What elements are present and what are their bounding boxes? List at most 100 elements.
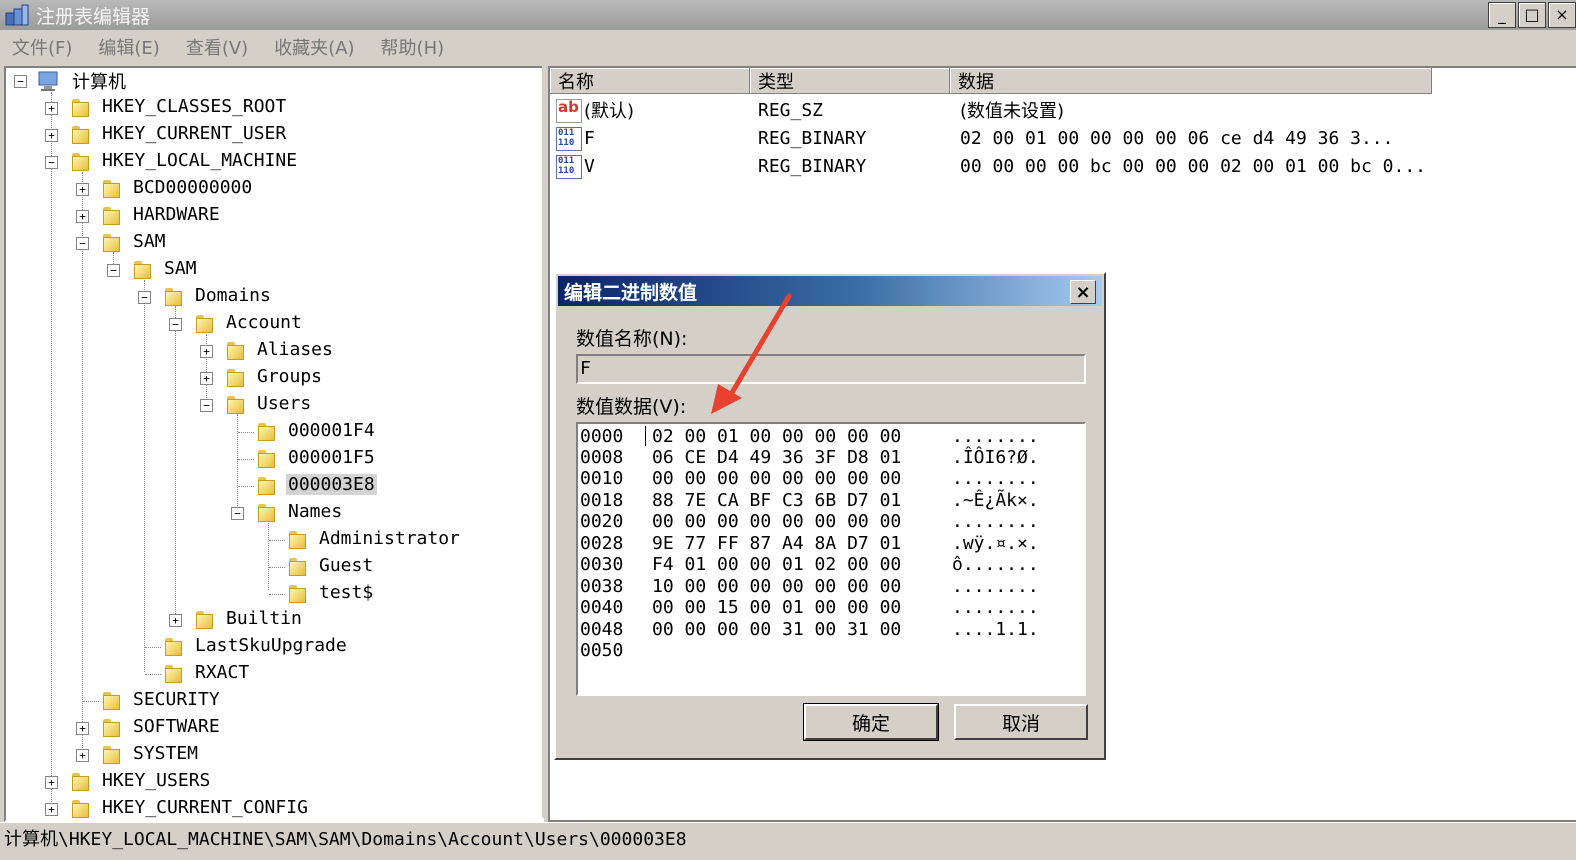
tree-item-hkey-current-user[interactable]: HKEY_CURRENT_USER <box>102 123 286 144</box>
tree-item-rxact[interactable]: RXACT <box>195 662 249 683</box>
tree-item-user-1f5[interactable]: 000001F5 <box>288 447 375 468</box>
tree-item-hkey-classes-root[interactable]: HKEY_CLASSES_ROOT <box>102 96 286 117</box>
cancel-button[interactable]: 取消 <box>954 704 1088 740</box>
folder-icon <box>256 474 276 495</box>
list-item[interactable]: 011 110 F REG_BINARY 02 00 01 00 00 00 0… <box>550 124 1550 152</box>
dialog-title-bar[interactable]: 编辑二进制数值 × <box>558 276 1102 306</box>
collapse-icon[interactable]: − <box>107 264 120 277</box>
tree-item-user-1f4[interactable]: 000001F4 <box>288 420 375 441</box>
collapse-icon[interactable]: − <box>76 237 89 250</box>
menu-favorites[interactable]: 收藏夹(A) <box>274 34 354 60</box>
list-item[interactable]: ab (默认) REG_SZ (数值未设置) <box>550 96 1550 124</box>
minimize-button[interactable]: _ <box>1488 2 1516 28</box>
folder-icon <box>225 393 245 414</box>
registry-editor-icon <box>4 3 30 27</box>
expand-icon[interactable]: + <box>76 722 89 735</box>
text-caret <box>645 426 646 446</box>
folder-icon <box>163 285 183 306</box>
value-data: 02 00 01 00 00 00 00 06 ce d4 49 36 3... <box>960 127 1394 149</box>
tree-item-builtin[interactable]: Builtin <box>226 608 302 629</box>
tree-item-user-3e8[interactable]: 000003E8 <box>286 474 377 495</box>
tree-item-users[interactable]: Users <box>257 393 311 414</box>
tree-item-sam-inner[interactable]: SAM <box>164 258 197 279</box>
folder-icon <box>163 662 183 683</box>
expand-icon[interactable]: + <box>76 183 89 196</box>
folder-icon <box>101 689 121 710</box>
menu-file[interactable]: 文件(F) <box>12 34 72 60</box>
expand-icon[interactable]: + <box>76 749 89 762</box>
folder-icon <box>194 608 214 629</box>
folder-icon <box>101 204 121 225</box>
expand-icon[interactable]: + <box>45 129 58 142</box>
maximize-button[interactable]: □ <box>1518 2 1546 28</box>
menu-view[interactable]: 查看(V) <box>186 34 248 60</box>
expand-icon[interactable]: + <box>45 803 58 816</box>
string-value-icon: ab <box>556 98 582 123</box>
tree-root-computer[interactable]: 计算机 <box>72 68 126 94</box>
collapse-icon[interactable]: − <box>200 399 213 412</box>
folder-icon <box>163 635 183 656</box>
close-button[interactable]: × <box>1548 2 1576 28</box>
column-name[interactable]: 名称 <box>550 68 750 94</box>
tree-item-domains[interactable]: Domains <box>195 285 271 306</box>
tree-item-hardware[interactable]: HARDWARE <box>133 204 220 225</box>
tree-item-lastskuupgrade[interactable]: LastSkuUpgrade <box>195 635 347 656</box>
expand-icon[interactable]: + <box>200 372 213 385</box>
folder-icon <box>225 339 245 360</box>
tree-item-aliases[interactable]: Aliases <box>257 339 333 360</box>
menu-help[interactable]: 帮助(H) <box>381 34 445 60</box>
tree-item-hkey-current-config[interactable]: HKEY_CURRENT_CONFIG <box>102 797 308 818</box>
folder-icon <box>101 743 121 764</box>
window-title: 注册表编辑器 <box>36 5 151 28</box>
collapse-icon[interactable]: − <box>138 291 151 304</box>
hex-editor[interactable]: 0000 02 00 01 00 00 00 00 00........ 0008… <box>576 422 1086 696</box>
tree-item-groups[interactable]: Groups <box>257 366 322 387</box>
folder-icon <box>70 123 90 144</box>
value-name-field[interactable]: F <box>576 354 1086 384</box>
expand-icon[interactable]: + <box>200 345 213 358</box>
tree-item-system[interactable]: SYSTEM <box>133 743 198 764</box>
window-title-bar[interactable]: 注册表编辑器 _ □ × <box>0 0 1576 30</box>
folder-icon <box>256 420 276 441</box>
tree-item-hkey-local-machine[interactable]: HKEY_LOCAL_MACHINE <box>102 150 297 171</box>
expand-icon[interactable]: + <box>169 614 182 627</box>
collapse-icon[interactable]: − <box>45 156 58 169</box>
value-name: (默认) <box>584 101 635 122</box>
expand-icon[interactable]: + <box>45 776 58 789</box>
status-bar: 计算机\HKEY_LOCAL_MACHINE\SAM\SAM\Domains\A… <box>0 822 1576 853</box>
tree-item-test[interactable]: test$ <box>319 582 373 603</box>
expand-icon[interactable]: + <box>45 102 58 115</box>
column-data[interactable]: 数据 <box>950 68 1432 94</box>
tree-item-security[interactable]: SECURITY <box>133 689 220 710</box>
tree-item-guest[interactable]: Guest <box>319 555 373 576</box>
tree-item-software[interactable]: SOFTWARE <box>133 716 220 737</box>
tree-item-hkey-users[interactable]: HKEY_USERS <box>102 770 210 791</box>
list-item[interactable]: 011 110 V REG_BINARY 00 00 00 00 bc 00 0… <box>550 152 1550 180</box>
ok-button[interactable]: 确定 <box>803 703 939 741</box>
dialog-close-button[interactable]: × <box>1070 280 1096 304</box>
folder-icon <box>287 582 307 603</box>
tree-item-administrator[interactable]: Administrator <box>319 528 460 549</box>
collapse-icon[interactable]: − <box>14 75 27 88</box>
dialog-title: 编辑二进制数值 <box>564 281 698 304</box>
folder-icon <box>256 447 276 468</box>
folder-icon <box>70 797 90 818</box>
column-type[interactable]: 类型 <box>750 68 950 94</box>
value-name: V <box>584 155 595 177</box>
value-type: REG_BINARY <box>758 155 867 177</box>
binary-value-icon: 011 110 <box>556 127 582 151</box>
tree-item-bcd[interactable]: BCD00000000 <box>133 177 252 198</box>
tree-item-account[interactable]: Account <box>226 312 302 333</box>
value-data-label: 数值数据(V): <box>576 396 687 418</box>
computer-icon <box>36 70 62 92</box>
tree-item-sam[interactable]: SAM <box>133 231 166 252</box>
menu-edit[interactable]: 编辑(E) <box>98 34 159 60</box>
tree-item-names[interactable]: Names <box>288 501 342 522</box>
registry-tree[interactable]: − 计算机 + HKEY_CLASSES_ROOT + HKEY_CURRENT… <box>4 66 544 822</box>
value-name-label: 数值名称(N): <box>576 328 688 350</box>
menu-bar: 文件(F) 编辑(E) 查看(V) 收藏夹(A) 帮助(H) <box>0 32 1576 62</box>
folder-icon <box>70 96 90 117</box>
collapse-icon[interactable]: − <box>169 318 182 331</box>
expand-icon[interactable]: + <box>76 210 89 223</box>
collapse-icon[interactable]: − <box>231 507 244 520</box>
